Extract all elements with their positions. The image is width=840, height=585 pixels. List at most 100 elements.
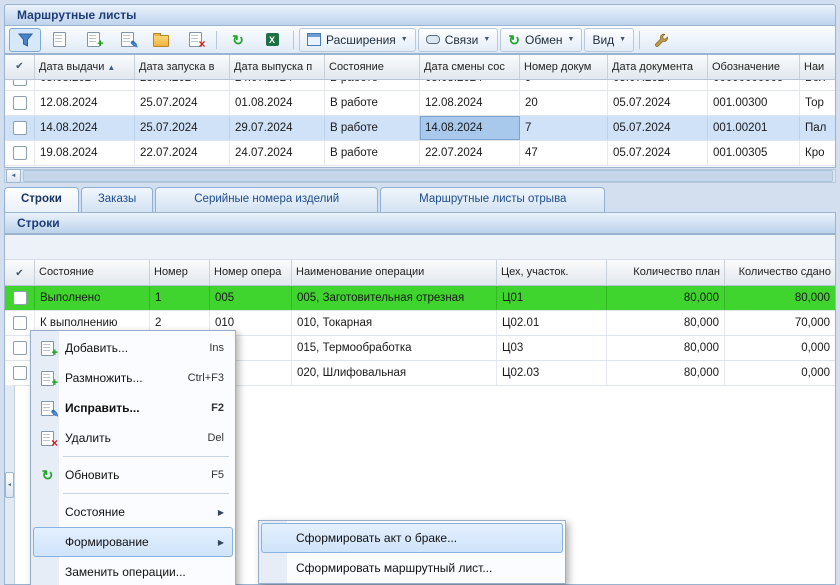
- table-cell[interactable]: Ц02.01: [497, 311, 607, 335]
- column-header[interactable]: Номер: [150, 260, 210, 286]
- table-cell[interactable]: 001.00300: [708, 91, 800, 115]
- table-cell[interactable]: 70,000: [725, 311, 835, 335]
- column-header[interactable]: Номер докум: [520, 55, 608, 79]
- table-cell[interactable]: 020, Шлифовальная: [292, 361, 497, 385]
- table-cell-active[interactable]: 14.08.2024: [420, 116, 520, 140]
- links-menu-button[interactable]: Связи ▼: [418, 28, 499, 52]
- table-cell[interactable]: 80,000: [607, 286, 725, 310]
- table-cell[interactable]: 01.08.2024: [230, 91, 325, 115]
- table-cell[interactable]: 24.07.2024: [230, 141, 325, 165]
- menu-item-replace-operations[interactable]: Заменить операции...: [33, 557, 233, 585]
- menu-item-add[interactable]: + Добавить... Ins: [33, 333, 233, 363]
- table-cell[interactable]: 001.00305: [708, 141, 800, 165]
- settings-wrench-button[interactable]: [645, 28, 677, 52]
- table-cell[interactable]: 80,000: [607, 311, 725, 335]
- submenu-item-defect-act[interactable]: Сформировать акт о браке...: [261, 523, 563, 553]
- table-cell[interactable]: 0,000: [725, 361, 835, 385]
- scrollbar-thumb[interactable]: [23, 170, 833, 182]
- table-cell[interactable]: 19.08.2024: [35, 141, 135, 165]
- table-cell[interactable]: 47: [520, 141, 608, 165]
- menu-item-duplicate[interactable]: + Размножить... Ctrl+F3: [33, 363, 233, 393]
- table-cell[interactable]: 80,000: [607, 361, 725, 385]
- table-cell[interactable]: 005, Заготовительная отрезная: [292, 286, 497, 310]
- table-cell[interactable]: 25.07.2024: [135, 116, 230, 140]
- table-cell[interactable]: 12.08.2024: [420, 91, 520, 115]
- column-header[interactable]: Дата документа: [608, 55, 708, 79]
- row-checkbox[interactable]: [13, 316, 27, 330]
- table-row-done[interactable]: Выполнено 1 005 005, Заготовительная отр…: [5, 286, 835, 311]
- table-cell[interactable]: В работе: [325, 91, 420, 115]
- table-cell[interactable]: 24.07.2024: [230, 80, 325, 91]
- table-cell[interactable]: 25.07.2024: [135, 91, 230, 115]
- table-cell[interactable]: 20: [520, 91, 608, 115]
- table-cell[interactable]: В работе: [325, 116, 420, 140]
- menu-item-state[interactable]: Состояние ▶: [33, 497, 233, 527]
- status-cell[interactable]: Выполнено: [35, 286, 150, 310]
- scroll-left-button[interactable]: ◄: [6, 169, 21, 183]
- table-row[interactable]: 19.08.2024 22.07.2024 24.07.2024 В работ…: [5, 141, 835, 166]
- table-cell[interactable]: 0,000: [725, 336, 835, 360]
- table-cell[interactable]: 05.08.2024: [35, 80, 135, 91]
- table-cell[interactable]: 05.08.2024: [420, 80, 520, 91]
- column-header[interactable]: Состояние: [35, 260, 150, 286]
- column-header[interactable]: Обозначение: [708, 55, 800, 79]
- tab-serial-numbers[interactable]: Серийные номера изделий: [155, 187, 378, 212]
- table-cell[interactable]: 23.07.2024: [135, 80, 230, 91]
- menu-item-formation[interactable]: Формирование ▶: [33, 527, 233, 557]
- filter-button[interactable]: [9, 28, 41, 52]
- column-header[interactable]: Наименование операции: [292, 260, 497, 286]
- column-header[interactable]: Дата выпуска п: [230, 55, 325, 79]
- table-cell[interactable]: 7: [520, 116, 608, 140]
- column-header[interactable]: Состояние: [325, 55, 420, 79]
- row-checkbox[interactable]: [13, 291, 27, 305]
- table-cell[interactable]: 22.07.2024: [420, 141, 520, 165]
- select-all-header[interactable]: ✔: [5, 55, 35, 79]
- table-cell[interactable]: 005: [210, 286, 292, 310]
- column-header[interactable]: Количество сдано: [725, 260, 835, 286]
- column-header[interactable]: Дата запуска в: [135, 55, 230, 79]
- open-folder-button[interactable]: [145, 28, 177, 52]
- copy-document-button[interactable]: +: [77, 28, 109, 52]
- table-cell[interactable]: 80,000: [607, 336, 725, 360]
- table-cell[interactable]: В работе: [325, 80, 420, 91]
- table-cell[interactable]: 22.07.2024: [135, 141, 230, 165]
- column-header[interactable]: Дата выдачи▲: [35, 55, 135, 79]
- table-cell[interactable]: 05.07.2024: [608, 116, 708, 140]
- table-cell[interactable]: Кро: [800, 141, 835, 165]
- table-cell[interactable]: 80,000: [725, 286, 835, 310]
- row-checkbox[interactable]: [13, 80, 27, 86]
- select-all-header[interactable]: ✔: [5, 260, 35, 286]
- table-cell[interactable]: Ц03: [497, 336, 607, 360]
- collapse-left-button[interactable]: ◄: [5, 472, 14, 498]
- table-cell[interactable]: 05.07.2024: [608, 141, 708, 165]
- exchange-menu-button[interactable]: ↻ Обмен ▼: [500, 28, 582, 52]
- table-cell[interactable]: 1: [150, 286, 210, 310]
- new-document-button[interactable]: [43, 28, 75, 52]
- table-cell[interactable]: Ц01: [497, 286, 607, 310]
- delete-document-button[interactable]: ×: [179, 28, 211, 52]
- table-cell[interactable]: 29.07.2024: [230, 116, 325, 140]
- table-cell[interactable]: 9: [520, 80, 608, 91]
- table-cell[interactable]: Ц02.03: [497, 361, 607, 385]
- menu-item-delete[interactable]: × Удалить Del: [33, 423, 233, 453]
- table-cell[interactable]: В работе: [325, 141, 420, 165]
- table-cell[interactable]: 12.08.2024: [35, 91, 135, 115]
- menu-item-refresh[interactable]: ↻ Обновить F5: [33, 460, 233, 490]
- submenu-item-route-sheet[interactable]: Сформировать маршрутный лист...: [261, 553, 563, 583]
- column-header[interactable]: Наи: [800, 55, 835, 79]
- refresh-button[interactable]: ↻: [222, 28, 254, 52]
- table-cell[interactable]: 015, Термообработка: [292, 336, 497, 360]
- row-checkbox[interactable]: [13, 96, 27, 110]
- table-cell[interactable]: 05.07.2024: [608, 91, 708, 115]
- extensions-menu-button[interactable]: Расширения ▼: [299, 28, 416, 52]
- column-header[interactable]: Номер опера: [210, 260, 292, 286]
- table-cell[interactable]: 010, Токарная: [292, 311, 497, 335]
- table-cell[interactable]: 001.00201: [708, 116, 800, 140]
- table-cell[interactable]: 05.07.2024: [608, 80, 708, 91]
- row-checkbox[interactable]: [13, 121, 27, 135]
- menu-item-edit[interactable]: ✎ Исправить... F2: [33, 393, 233, 423]
- table-cell[interactable]: Тор: [800, 91, 835, 115]
- table-row[interactable]: 12.08.2024 25.07.2024 01.08.2024 В работ…: [5, 91, 835, 116]
- table-row[interactable]: 05.08.2024 23.07.2024 24.07.2024 В работ…: [5, 80, 835, 91]
- column-header[interactable]: Дата смены сос: [420, 55, 520, 79]
